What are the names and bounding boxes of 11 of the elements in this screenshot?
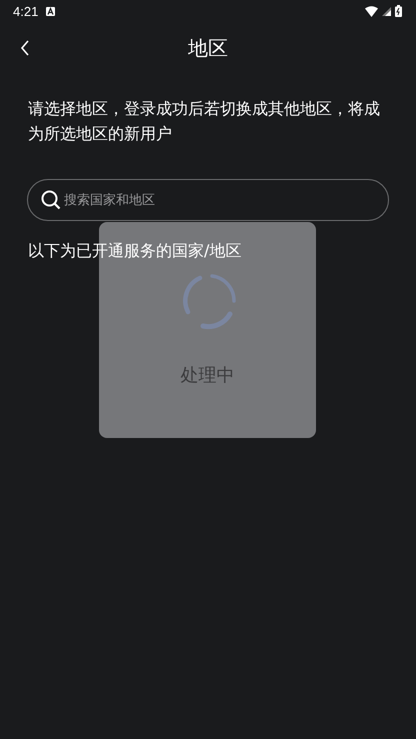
search-icon bbox=[41, 190, 61, 210]
wifi-icon bbox=[365, 6, 378, 16]
battery-icon bbox=[395, 5, 402, 17]
loading-message: 处理中 bbox=[180, 364, 234, 387]
notification-icon bbox=[46, 6, 56, 16]
chevron-left-icon bbox=[20, 40, 30, 56]
search-field[interactable]: 搜索国家和地区 bbox=[27, 179, 389, 221]
description-text: 请选择地区，登录成功后若切换成其他地区，将成为所选地区的新用户 bbox=[28, 98, 381, 145]
status-time: 4:21 bbox=[13, 4, 38, 18]
signal-icon bbox=[382, 6, 391, 16]
page-title: 地区 bbox=[188, 34, 228, 62]
